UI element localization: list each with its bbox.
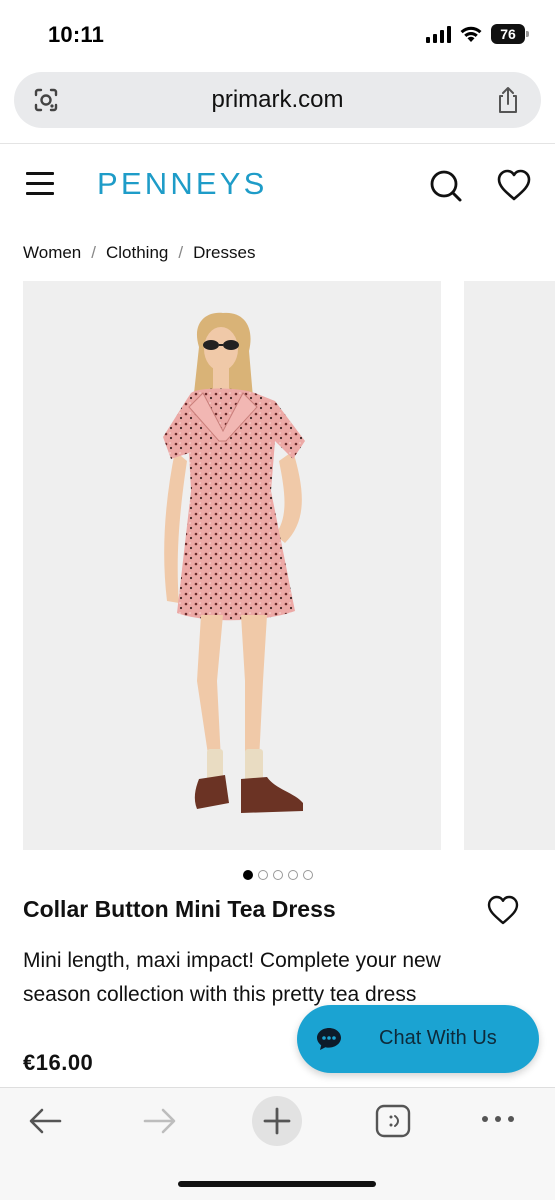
status-bar: 10:11 76 [0, 0, 555, 64]
product-gallery[interactable] [23, 281, 555, 851]
browser-toolbar [0, 1087, 555, 1200]
carousel-dot[interactable] [272, 870, 283, 880]
heart-icon[interactable] [486, 894, 520, 926]
site-header: PENNEYS [0, 144, 555, 224]
status-icons: 76 [426, 24, 529, 44]
product-description: Mini length, maxi impact! Complete your … [23, 949, 441, 1006]
site-logo[interactable]: PENNEYS [97, 166, 268, 202]
more-icon[interactable] [480, 1114, 516, 1124]
product-title: Collar Button Mini Tea Dress [23, 896, 336, 922]
wifi-icon [460, 26, 482, 42]
search-icon[interactable] [428, 168, 464, 204]
chat-label: Chat With Us [379, 1027, 497, 1049]
product-image[interactable] [23, 281, 441, 850]
breadcrumb-separator: / [178, 243, 184, 262]
battery-icon: 76 [491, 24, 529, 44]
breadcrumb-dresses[interactable]: Dresses [193, 243, 255, 263]
chat-with-us-button[interactable]: Chat With Us [297, 1005, 539, 1073]
carousel-dot[interactable] [242, 870, 253, 880]
breadcrumb-separator: / [91, 243, 96, 262]
address-bar[interactable]: primark.com [14, 72, 541, 128]
heart-icon[interactable] [496, 168, 532, 202]
status-time: 10:11 [48, 22, 105, 47]
forward-arrow-icon[interactable] [142, 1106, 178, 1136]
carousel-dot[interactable] [257, 870, 268, 880]
carousel-dot[interactable] [287, 870, 298, 880]
carousel-dots [0, 870, 555, 880]
back-arrow-icon[interactable] [27, 1106, 63, 1136]
share-icon[interactable] [495, 85, 521, 115]
breadcrumb: Women / Clothing / Dresses [23, 243, 255, 263]
tabs-icon[interactable] [375, 1104, 411, 1138]
url-text[interactable]: primark.com [14, 86, 541, 114]
model-in-dress-image [163, 312, 305, 813]
new-tab-button[interactable] [252, 1096, 302, 1146]
product-price: €16.00 [23, 1050, 94, 1075]
carousel-dot[interactable] [302, 870, 313, 880]
breadcrumb-women[interactable]: Women [23, 243, 81, 263]
plus-icon [263, 1107, 291, 1135]
home-indicator [178, 1181, 376, 1187]
next-product-image[interactable] [464, 281, 555, 850]
menu-icon[interactable] [26, 172, 54, 196]
breadcrumb-clothing[interactable]: Clothing [106, 243, 168, 263]
chat-bubble-icon [317, 1028, 341, 1050]
signal-icon [426, 25, 451, 43]
